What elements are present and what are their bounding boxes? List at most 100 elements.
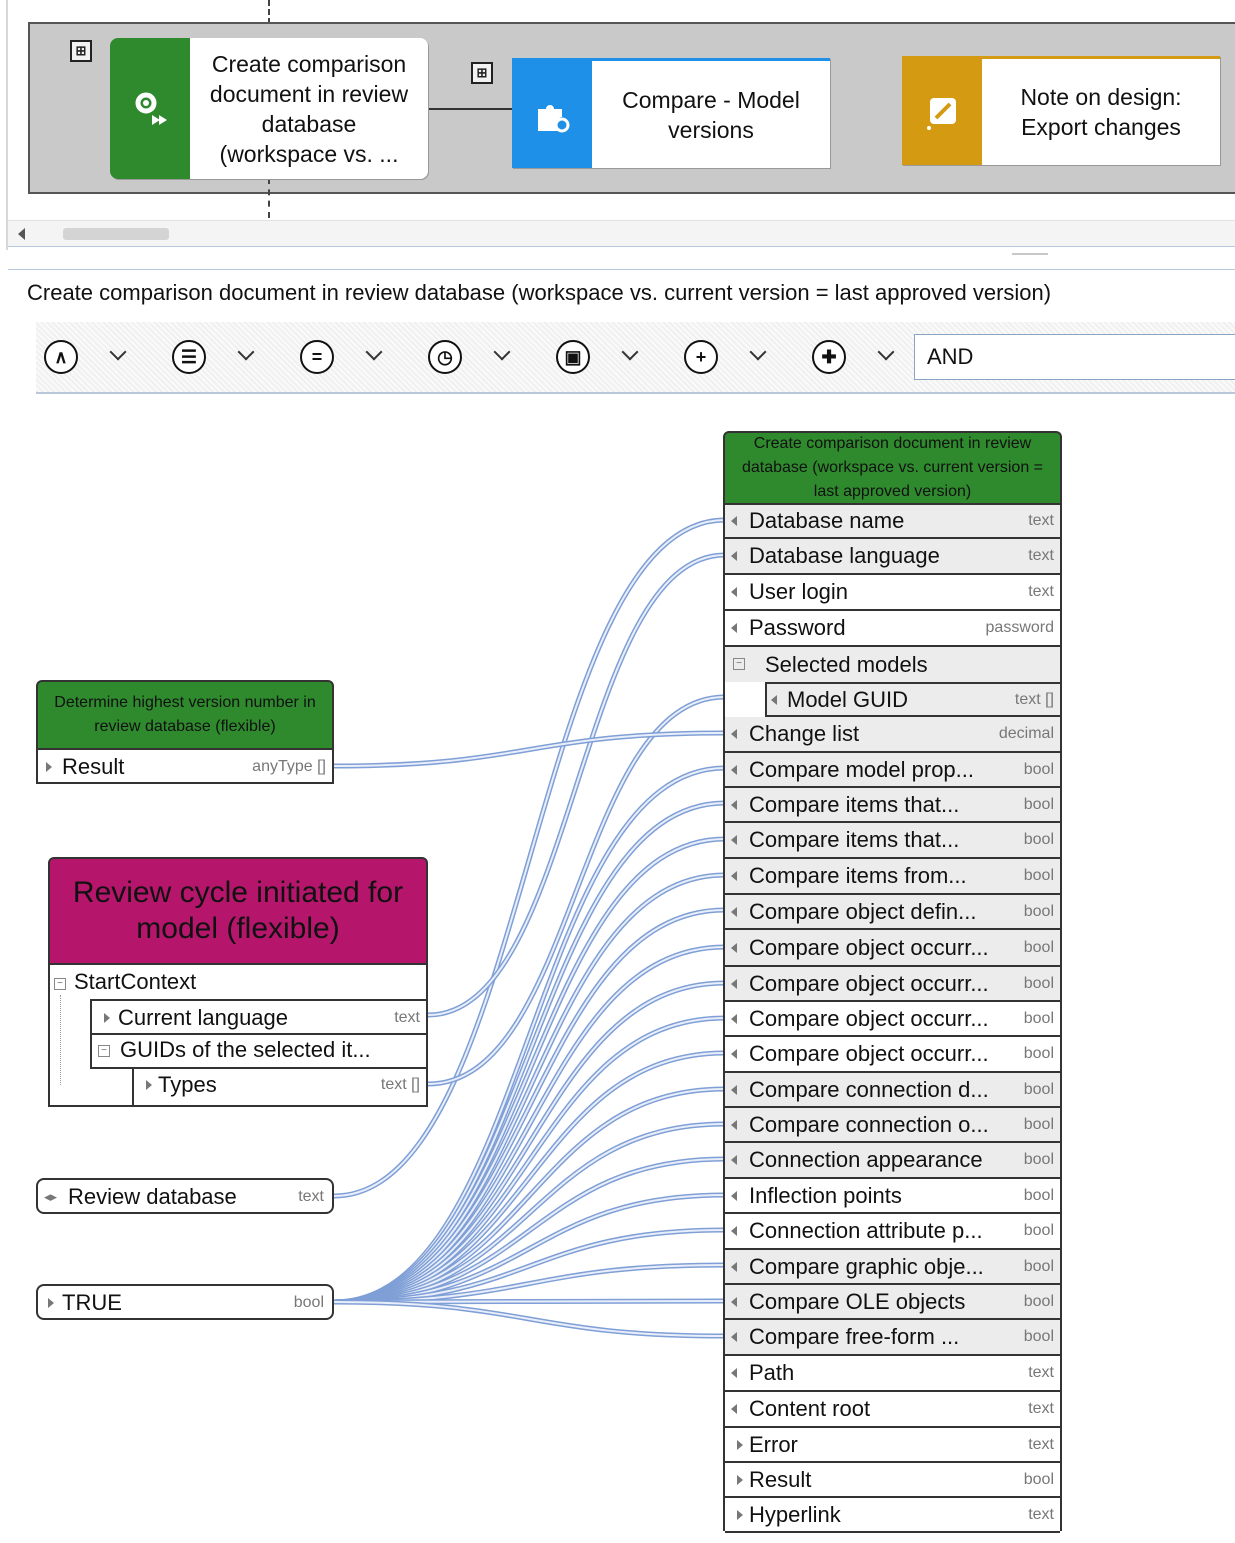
collapse-icon[interactable]: − (54, 978, 66, 990)
chevron-down-icon[interactable] (493, 343, 511, 361)
target-param-row[interactable]: User login text (725, 575, 1060, 611)
target-param-row[interactable]: Content root text (725, 1392, 1060, 1428)
scrollbar-thumb[interactable] (63, 228, 169, 240)
variable-type: text (298, 1188, 324, 1205)
target-param-row[interactable]: Path text (725, 1356, 1060, 1392)
collapse-icon[interactable]: − (733, 658, 745, 670)
plus-icon[interactable]: + (684, 340, 718, 374)
param-type: password (985, 619, 1054, 636)
expand-icon (104, 1013, 110, 1023)
source-highest-version[interactable]: Determine highest version number in revi… (36, 680, 334, 790)
param-label: Compare connection d... (749, 1076, 989, 1102)
mapping-connection[interactable] (333, 1121, 726, 1305)
target-param-row[interactable]: − Selected models (725, 647, 1060, 682)
target-param-row[interactable]: Compare free-form ... bool (725, 1320, 1060, 1356)
input-port-icon (731, 587, 737, 597)
chevron-down-icon[interactable] (365, 343, 383, 361)
chevron-down-icon[interactable] (621, 343, 639, 361)
param-label: Compare items that... (749, 827, 960, 852)
document-icon[interactable]: ▣ (556, 340, 590, 374)
target-param-row[interactable]: Compare items that... bool (725, 823, 1060, 859)
list-icon[interactable]: ☰ (172, 340, 206, 374)
param-type: bool (1023, 1292, 1054, 1310)
target-param-row[interactable]: Connection attribute p... bool (725, 1214, 1060, 1250)
collapse-icon[interactable]: − (98, 1045, 110, 1057)
variable-label: Review database (68, 1184, 237, 1209)
tree-item-label: GUIDs of the selected it... (120, 1037, 371, 1062)
target-param-row[interactable]: Inflection points bool (725, 1179, 1060, 1214)
target-param-row[interactable]: Connection appearance bool (725, 1143, 1060, 1179)
clock-icon[interactable]: ◷ (428, 340, 462, 374)
param-type: bool (1023, 1257, 1054, 1275)
process-step-label: Compare - Model versions (592, 61, 830, 168)
chevron-down-icon[interactable] (877, 343, 895, 361)
param-type: bool (1023, 1009, 1054, 1027)
output-row[interactable]: Result anyType [] (36, 748, 334, 784)
input-port-icon (731, 942, 737, 953)
note-export-changes[interactable]: Note on design: Export changes (902, 56, 1220, 165)
param-type: bool (1023, 760, 1054, 778)
target-param-row[interactable]: Password password (725, 611, 1060, 647)
source-review-cycle[interactable]: Review cycle initiated for model (flexib… (48, 857, 428, 1107)
input-port-icon (731, 1296, 737, 1307)
target-parameters: Database name text Database language text Us… (723, 503, 1062, 1533)
assignment-icon[interactable]: ⊞ (471, 62, 493, 84)
chevron-down-icon[interactable] (749, 343, 767, 361)
target-param-row[interactable]: Compare object occurr... bool (725, 930, 1060, 967)
tree-item-types[interactable]: Types text [] (132, 1067, 426, 1105)
operator-select[interactable]: AND (914, 334, 1235, 380)
param-label: Connection attribute p... (749, 1218, 983, 1243)
process-step-compare-model-versions[interactable]: Compare - Model versions (512, 58, 830, 168)
target-param-row[interactable]: Compare object occurr... bool (725, 1002, 1060, 1037)
caret-up-icon[interactable]: ∧ (44, 340, 78, 374)
tree-item-guids[interactable]: − GUIDs of the selected it... (90, 1033, 426, 1069)
target-param-row[interactable]: Compare object defin... bool (725, 895, 1060, 930)
param-label: Password (749, 615, 846, 640)
target-param-row[interactable]: Compare items from... bool (725, 859, 1060, 895)
expand-icon (46, 762, 52, 772)
target-param-row[interactable]: Model GUID text [] (765, 682, 1060, 717)
param-label: Selected models (765, 651, 928, 677)
chevron-down-icon[interactable] (237, 343, 255, 361)
mapping-connection[interactable] (333, 1299, 726, 1339)
target-param-row[interactable]: Result bool (725, 1463, 1060, 1498)
target-param-row[interactable]: Compare object occurr... bool (725, 1037, 1060, 1073)
add-function-icon[interactable]: ✚ (812, 340, 846, 374)
target-param-row[interactable]: Compare model prop... bool (725, 753, 1060, 788)
target-param-row[interactable]: Compare connection d... bool (725, 1073, 1060, 1108)
mapping-connection[interactable] (427, 552, 726, 1018)
target-param-row[interactable]: Compare graphic obje... bool (725, 1250, 1060, 1285)
input-port-icon (731, 1084, 737, 1095)
chevron-down-icon[interactable] (109, 343, 127, 361)
tree-guide (60, 995, 61, 1085)
source-title: Review cycle initiated for model (flexib… (48, 857, 428, 965)
in-out-icon: ◂▸ (44, 1189, 58, 1204)
target-param-row[interactable]: Error text (725, 1428, 1060, 1463)
horizontal-scrollbar[interactable] (8, 220, 1235, 248)
splitter-grip[interactable] (1012, 253, 1048, 255)
input-port-icon (731, 1332, 737, 1342)
assignment-icon[interactable]: ⊞ (70, 40, 92, 62)
target-param-row[interactable]: Compare OLE objects bool (725, 1285, 1060, 1320)
pane-splitter[interactable] (8, 246, 1235, 270)
tree-item-current-language[interactable]: Current language text (90, 999, 426, 1035)
process-step-create-comparison[interactable]: Create comparison document in review dat… (110, 38, 428, 179)
target-param-row[interactable]: Compare connection o... bool (725, 1108, 1060, 1143)
mapping-connection[interactable] (333, 730, 726, 769)
constant-true[interactable]: TRUE bool (36, 1284, 334, 1320)
target-param-row[interactable]: Hyperlink text (725, 1498, 1060, 1533)
target-param-row[interactable]: Compare object occurr... bool (725, 967, 1060, 1002)
equals-icon[interactable]: = (300, 340, 334, 374)
param-label: Compare OLE objects (749, 1288, 966, 1314)
process-step-label: Create comparison document in review dat… (190, 38, 428, 179)
param-label: Compare free-form ... (749, 1324, 960, 1349)
target-param-row[interactable]: Database language text (725, 539, 1060, 575)
target-param-row[interactable]: Compare items that... bool (725, 788, 1060, 823)
context-tree: − StartContext Current language text − G… (48, 963, 428, 1107)
variable-review-database[interactable]: ◂▸ Review database text (36, 1178, 334, 1214)
target-title: Create comparison document in review dat… (723, 431, 1062, 503)
target-param-row[interactable]: Change list decimal (725, 717, 1060, 753)
output-type: anyType [] (252, 758, 326, 775)
target-param-row[interactable]: Database name text (725, 505, 1060, 539)
scroll-left-icon[interactable] (18, 228, 25, 240)
